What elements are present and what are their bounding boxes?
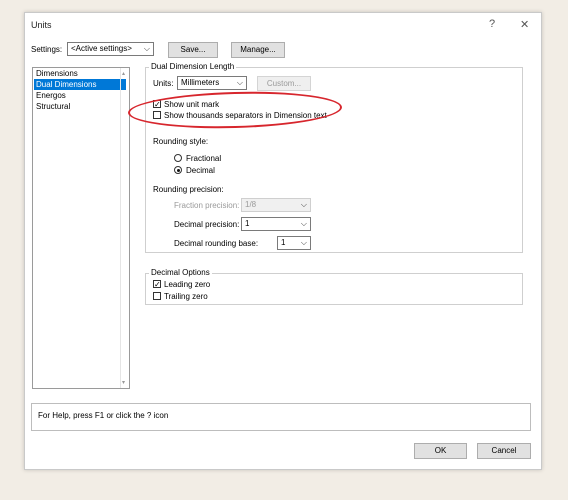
sidebar-item-energos[interactable]: Energos [34, 90, 126, 101]
trailing-zero-checkbox[interactable] [153, 292, 161, 300]
scroll-up-icon[interactable]: ▴ [122, 70, 125, 77]
fractional-radio[interactable] [174, 154, 182, 162]
dual-dimension-group-title: Dual Dimension Length [149, 62, 237, 71]
chevron-down-icon: ⌵ [300, 238, 307, 247]
decimal-rounding-base-label: Decimal rounding base: [174, 239, 259, 248]
decimal-precision-select[interactable]: 1 ⌵ [241, 217, 311, 231]
chevron-down-icon: ⌵ [300, 219, 307, 228]
units-label: Units: [153, 79, 174, 88]
chevron-down-icon: ⌵ [143, 44, 150, 53]
sidebar-item-label: Dimensions [36, 69, 78, 78]
trailing-zero-label: Trailing zero [164, 292, 208, 301]
fraction-precision-label: Fraction precision: [174, 201, 240, 210]
fractional-label: Fractional [186, 154, 222, 163]
chevron-down-icon: ⌵ [236, 78, 243, 87]
sidebar-item-label: Structural [36, 102, 71, 111]
list-scrollbar[interactable]: ▴ ▾ [120, 68, 129, 388]
rounding-style-label: Rounding style: [153, 137, 209, 146]
units-select[interactable]: Millimeters ⌵ [177, 76, 247, 90]
units-select-value: Millimeters [181, 78, 220, 87]
decimal-precision-label: Decimal precision: [174, 220, 240, 229]
sidebar-item-dual-dimensions[interactable]: Dual Dimensions [34, 79, 126, 90]
decimal-precision-value: 1 [245, 219, 250, 228]
custom-button[interactable]: Custom... [257, 76, 311, 91]
decimal-label: Decimal [186, 166, 215, 175]
fraction-precision-value: 1/8 [245, 200, 257, 209]
ok-button[interactable]: OK [414, 443, 467, 459]
decimal-rounding-base-value: 1 [281, 238, 286, 247]
dialog-title: Units [31, 20, 52, 30]
leading-zero-checkbox[interactable]: ✓ [153, 280, 161, 289]
help-text: For Help, press F1 or click the ? icon [38, 411, 169, 420]
close-icon[interactable]: ✕ [520, 18, 529, 31]
cancel-button[interactable]: Cancel [477, 443, 531, 459]
settings-select-value: <Active settings> [71, 44, 132, 53]
fraction-precision-select[interactable]: 1/8 ⌵ [241, 198, 311, 212]
help-icon[interactable]: ? [489, 18, 495, 30]
sidebar-item-structural[interactable]: Structural [34, 101, 126, 112]
sidebar-item-dimensions[interactable]: Dimensions [34, 68, 126, 79]
help-panel: For Help, press F1 or click the ? icon [31, 403, 531, 431]
radio-dot [176, 168, 180, 172]
save-button[interactable]: Save... [168, 42, 218, 58]
manage-button[interactable]: Manage... [231, 42, 285, 58]
units-dialog: Units ? ✕ Settings: <Active settings> ⌵ … [24, 12, 542, 470]
settings-select[interactable]: <Active settings> ⌵ [67, 42, 154, 56]
decimal-options-group-title: Decimal Options [149, 268, 212, 277]
decimal-rounding-base-select[interactable]: 1 ⌵ [277, 236, 311, 250]
rounding-precision-label: Rounding precision: [153, 185, 224, 194]
category-list: Dimensions Dual Dimensions Energos Struc… [32, 67, 130, 389]
sidebar-item-label: Energos [36, 91, 66, 100]
scroll-down-icon[interactable]: ▾ [122, 379, 125, 386]
chevron-down-icon: ⌵ [300, 200, 307, 209]
sidebar-item-label: Dual Dimensions [36, 80, 97, 89]
settings-label: Settings: [31, 45, 63, 54]
decimal-radio[interactable] [174, 166, 182, 174]
leading-zero-label: Leading zero [164, 280, 211, 289]
